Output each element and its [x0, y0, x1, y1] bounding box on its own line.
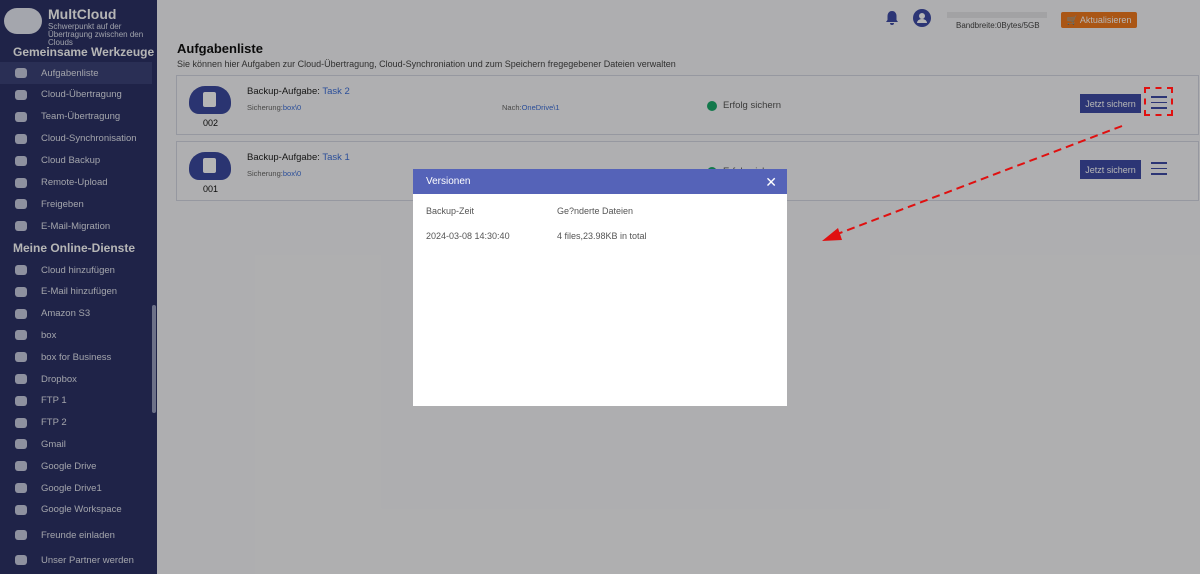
version-time[interactable]: 2024-03-08 14:30:40 [426, 231, 510, 241]
column-header-backup-time: Backup-Zeit [426, 206, 475, 216]
annotation-highlight-box [1144, 87, 1173, 116]
column-header-changed-files: Ge?nderte Dateien [557, 206, 634, 216]
annotation-arrow [822, 125, 1123, 241]
close-icon[interactable]: ✕ [765, 174, 777, 191]
dialog-title: Versionen [426, 176, 471, 187]
version-files: 4 files,23.98KB in total [557, 231, 647, 241]
versions-dialog: Versionen ✕ Backup-Zeit Ge?nderte Dateien… [413, 169, 787, 406]
